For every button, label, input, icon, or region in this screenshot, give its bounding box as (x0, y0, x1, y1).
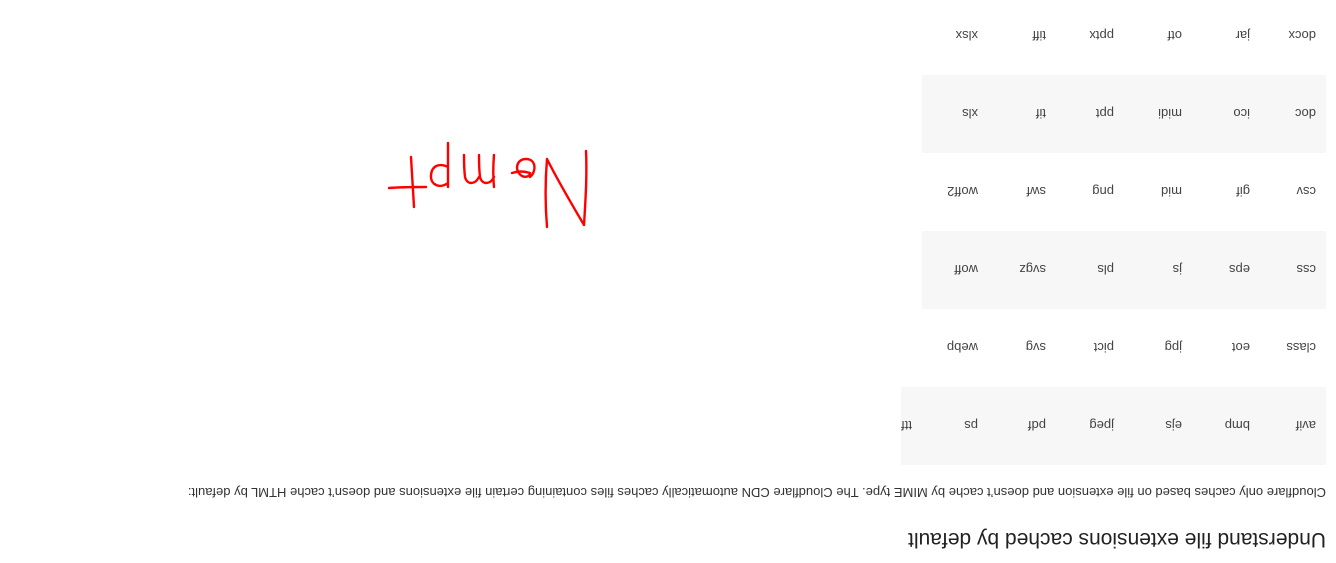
table-row: class eot jpg pict svg webp (901, 309, 1326, 387)
table-cell: ttf (901, 387, 922, 465)
table-cell (901, 309, 922, 387)
table-cell: jar (1235, 28, 1250, 44)
table-cell: csv (1296, 184, 1317, 200)
table-cell: ico (1192, 75, 1260, 153)
table-cell: eps (1192, 231, 1260, 309)
table-cell: js (1124, 231, 1192, 309)
table-cell: eot (1231, 340, 1250, 356)
table-cell: jpg (1164, 340, 1182, 356)
extensions-table: avif bmp ejs jpeg pdf ps ttf class eot j… (901, 0, 1326, 465)
table-cell (901, 0, 922, 75)
table-cell: ejs (1124, 387, 1192, 465)
table-cell: doc (1260, 75, 1326, 153)
table-cell: mid (1161, 184, 1182, 200)
table-cell: bmp (1192, 387, 1260, 465)
table-cell: otf (1167, 28, 1182, 44)
table-cell: xls (922, 75, 988, 153)
table-cell: pptx (1089, 28, 1114, 44)
table-cell: tiff (1032, 28, 1047, 44)
table-cell: midi (1124, 75, 1192, 153)
table-row: avif bmp ejs jpeg pdf ps ttf (901, 387, 1326, 465)
table-cell: ps (922, 387, 988, 465)
table-cell: svgz (988, 231, 1056, 309)
table-cell: class (1286, 340, 1316, 356)
table-row: docx jar otf pptx tiff xlsx (901, 0, 1326, 75)
table-cell: png (1092, 184, 1114, 200)
table-cell: svg (1025, 340, 1046, 356)
table-cell (901, 153, 922, 231)
table-cell: swf (1026, 184, 1047, 200)
table-cell (901, 75, 922, 153)
table-cell: woff (922, 231, 988, 309)
table-cell: css (1260, 231, 1326, 309)
section-heading: Understand file extensions cached by def… (908, 528, 1326, 551)
table-cell: webp (946, 340, 978, 356)
table-row: csv gif mid png swf woff2 (901, 153, 1326, 231)
table-cell: ppt (1056, 75, 1124, 153)
table-cell: xlsx (955, 28, 978, 44)
table-cell: jpeg (1056, 387, 1124, 465)
table-cell: pict (1093, 340, 1114, 356)
rotated-page: Understand file extensions cached by def… (0, 0, 1336, 563)
table-row: doc ico midi ppt tif xls (901, 75, 1326, 153)
table-cell: pls (1056, 231, 1124, 309)
table-cell: pdf (988, 387, 1056, 465)
section-description: Cloudflare only caches based on file ext… (187, 485, 1326, 500)
annotation-strokes (387, 141, 588, 229)
table-cell: docx (1288, 28, 1316, 44)
table-cell: woff2 (947, 184, 978, 200)
table-cell (901, 231, 922, 309)
table-cell: avif (1260, 387, 1326, 465)
table-cell: gif (1236, 184, 1250, 200)
table-cell: tif (988, 75, 1056, 153)
table-row: css eps js pls svgz woff (901, 231, 1326, 309)
handwritten-annotation (387, 141, 588, 229)
